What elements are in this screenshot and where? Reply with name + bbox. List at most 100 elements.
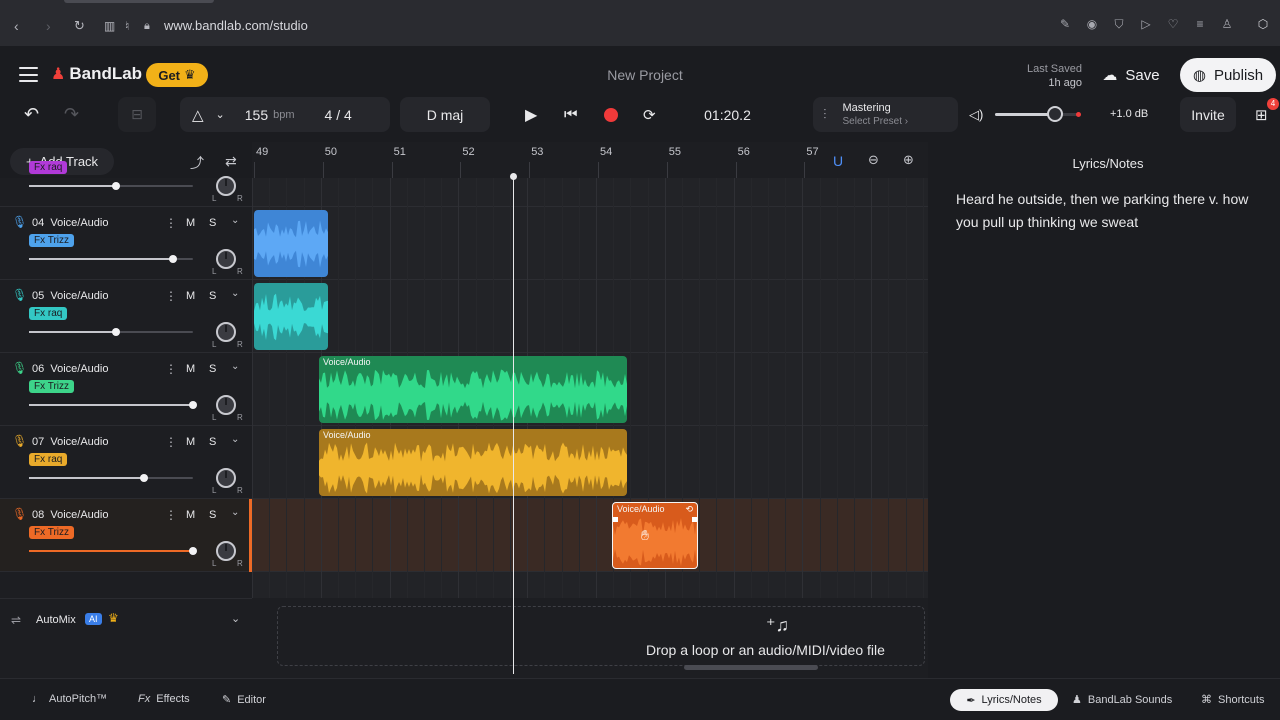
pan-knob[interactable] — [216, 249, 236, 269]
track-header[interactable]: 🎙︎ 05 Voice/Audio Fx raq ⋮ M S ⌄ L R — [0, 280, 252, 353]
clip-resize-handle-left[interactable] — [613, 517, 618, 522]
chevron-down-icon[interactable]: ⌄ — [231, 434, 239, 445]
play-icon[interactable]: ▷ — [1139, 17, 1153, 31]
back-icon[interactable]: ‹ — [14, 17, 19, 35]
track-name[interactable]: 08 Voice/Audio — [32, 509, 108, 521]
fx-chip[interactable]: Fx Trizz — [29, 234, 74, 247]
track-header[interactable]: 🎙︎ 04 Voice/Audio Fx Trizz ⋮ M S ⌄ L R — [0, 207, 252, 280]
undo-icon[interactable]: ↶ — [24, 104, 39, 125]
track-name[interactable]: 05 Voice/Audio — [32, 290, 108, 302]
more-options-icon[interactable]: ⋮ — [165, 216, 177, 230]
menu-icon[interactable] — [19, 67, 38, 82]
fx-chip[interactable]: Fx Trizz — [29, 526, 74, 539]
master-volume-slider[interactable] — [995, 106, 1081, 122]
chevron-down-icon[interactable]: ⌄ — [216, 108, 225, 121]
menu-icon[interactable]: ≡ — [1193, 17, 1207, 31]
reader-icon[interactable]: ▥ — [104, 17, 115, 35]
track-name[interactable]: 07 Voice/Audio — [32, 436, 108, 448]
mute-button[interactable]: M — [186, 363, 195, 375]
publish-button[interactable]: ◍ Publish — [1180, 58, 1276, 92]
zoom-in-icon[interactable]: ⊕ — [903, 152, 914, 168]
project-title[interactable]: New Project — [560, 67, 730, 83]
extension-icon[interactable]: ⬡ — [1256, 17, 1270, 31]
autopitch-button[interactable]: ♩ AutoPitch™ — [32, 693, 107, 705]
mute-button[interactable]: M — [186, 436, 195, 448]
loop-icon[interactable]: ⟳ — [643, 106, 656, 124]
fx-chip[interactable]: Fx raq — [29, 161, 68, 174]
split-tool-button[interactable]: ⊟ — [118, 97, 156, 132]
fx-chip[interactable]: Fx raq — [29, 453, 68, 466]
editor-button[interactable]: ✎ Editor — [222, 693, 266, 707]
pan-knob[interactable] — [216, 395, 236, 415]
loop-clip-icon[interactable]: ⟲ — [685, 504, 693, 515]
audio-clip[interactable]: Voice/Audio — [319, 356, 627, 423]
chevron-down-icon[interactable]: ⌄ — [231, 612, 240, 625]
pan-knob[interactable] — [216, 322, 236, 342]
audio-clip[interactable] — [254, 210, 328, 277]
track-lane[interactable] — [252, 178, 928, 207]
mastering-button[interactable]: ⫶ Mastering Select Preset › — [813, 97, 958, 132]
solo-button[interactable]: S — [209, 509, 216, 521]
track-name[interactable]: 04 Voice/Audio — [32, 217, 108, 229]
audio-clip[interactable]: Voice/Audio — [319, 429, 627, 496]
chevron-down-icon[interactable]: ⌄ — [231, 361, 239, 372]
solo-button[interactable]: S — [209, 363, 216, 375]
lyrics-notes-tab[interactable]: ✒ Lyrics/Notes — [950, 689, 1058, 711]
audio-clip[interactable]: Voice/Audio ⟲ ✋︎ — [612, 502, 698, 569]
invite-button[interactable]: Invite — [1180, 97, 1236, 132]
more-options-icon[interactable]: ⋮ — [165, 508, 177, 522]
pan-knob[interactable] — [216, 541, 236, 561]
shortcuts-button[interactable]: ⌘ Shortcuts — [1201, 693, 1264, 707]
skip-back-icon[interactable]: ⏮︎ — [564, 106, 578, 123]
mute-button[interactable]: M — [186, 290, 195, 302]
timeline-ruler[interactable]: 49 50 51 52 53 54 55 56 57 — [252, 142, 928, 178]
solo-button[interactable]: S — [209, 217, 216, 229]
track-volume-slider[interactable] — [29, 401, 197, 409]
track-volume-knob[interactable] — [189, 547, 197, 555]
time-signature[interactable]: 4 / 4 — [325, 107, 352, 123]
horizontal-scrollbar[interactable] — [684, 665, 818, 670]
track-lane[interactable] — [252, 499, 928, 572]
effects-button[interactable]: Fx Effects — [138, 693, 190, 705]
track-header[interactable]: 🎙︎ 08 Voice/Audio Fx Trizz ⋮ M S ⌄ L R — [0, 499, 252, 572]
track-volume-slider[interactable] — [29, 182, 193, 190]
track-volume-slider[interactable] — [29, 474, 193, 482]
more-options-icon[interactable]: ⋮ — [165, 289, 177, 303]
chevron-down-icon[interactable]: ⌄ — [231, 288, 239, 299]
speaker-icon[interactable]: ◁) — [969, 107, 983, 123]
track-name[interactable]: 06 Voice/Audio — [32, 363, 108, 375]
track-lane[interactable] — [252, 207, 928, 280]
track-header[interactable]: Fx raq L R — [0, 134, 252, 207]
track-header[interactable]: 🎙︎ 07 Voice/Audio Fx raq ⋮ M S ⌄ L R — [0, 426, 252, 499]
track-volume-knob[interactable] — [140, 474, 148, 482]
track-lanes[interactable]: Voice/Audio Voice/Audio Voice/Audio ⟲ ✋︎ — [252, 178, 928, 598]
key-selector[interactable]: D maj — [400, 97, 490, 132]
playhead[interactable] — [513, 174, 514, 674]
track-volume-knob[interactable] — [112, 328, 120, 336]
chevron-down-icon[interactable]: ⌄ — [231, 215, 239, 226]
pan-knob[interactable] — [216, 468, 236, 488]
redo-icon[interactable]: ↷ — [64, 104, 79, 125]
track-header[interactable]: 🎙︎ 06 Voice/Audio Fx Trizz ⋮ M S ⌄ L R — [0, 353, 252, 426]
bandlab-logo[interactable]: ♟ BandLab — [51, 64, 142, 84]
bandlab-sounds-tab[interactable]: ♟ BandLab Sounds — [1072, 693, 1172, 707]
save-button[interactable]: ☁ Save — [1090, 58, 1172, 92]
track-lane[interactable] — [252, 280, 928, 353]
mute-button[interactable]: M — [186, 217, 195, 229]
more-options-icon[interactable]: ⋮ — [165, 362, 177, 376]
track-volume-knob[interactable] — [169, 255, 177, 263]
profile-icon[interactable]: ♙ — [1220, 17, 1234, 31]
heart-icon[interactable]: ♡ — [1166, 17, 1180, 31]
camera-icon[interactable]: ◉ — [1085, 17, 1099, 31]
metronome-icon[interactable]: △ — [192, 106, 204, 124]
reload-icon[interactable]: ↻ — [74, 17, 85, 35]
forward-icon[interactable]: › — [46, 17, 51, 35]
track-volume-knob[interactable] — [112, 182, 120, 190]
edit-icon[interactable]: ✎ — [1058, 17, 1072, 31]
mute-button[interactable]: M — [186, 509, 195, 521]
play-icon[interactable]: ▶ — [525, 105, 537, 125]
drop-zone[interactable]: ⁺♫ Drop a loop or an audio/MIDI/video fi… — [277, 606, 925, 666]
notes-text[interactable]: Heard he outside, then we parking there … — [956, 188, 1262, 234]
audio-clip[interactable] — [254, 283, 328, 350]
track-volume-slider[interactable] — [29, 255, 193, 263]
